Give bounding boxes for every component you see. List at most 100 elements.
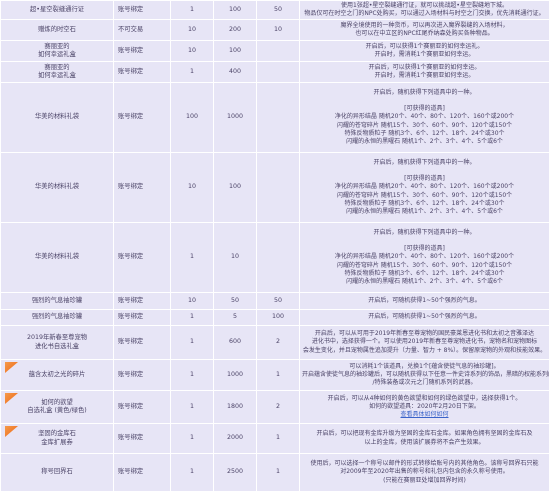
value-cell-b: 100 [213,40,257,62]
description-line: 开启后，随机获得下列道具中的一种。 [373,88,476,96]
item-name: 华美的材料礼袋 [0,82,114,153]
description-line: 如何的欲望道具：2020年2月20日下架。 [369,402,480,410]
trade-type: 账号绑定 [113,453,171,492]
value-cell-c: 2 [256,325,300,360]
shop-item-table: 超•星空裂缝通行证 账号绑定 1 100 50 使用1张超•星空裂缝通行证，就可以挑战超•… [0,0,550,492]
table-row: 称号回界石 账号绑定 1 2500 1 使用后，可以选择一个称号以邮件的形式转移给账号内的… [0,453,550,492]
value-cell-a: 10 [170,19,214,41]
description-line: 开启后，可随机获得1~50个强烈的气息。 [368,313,481,321]
trade-type: 账号绑定 [113,359,171,391]
item-name-line: 强烈的气息袖珍罐 [31,296,83,304]
item-name: 强烈的气息袖珍罐 [0,309,114,326]
item-description: 开启后，随机获得下列道具中的一种。 [可获得的道具] 净化的异形结晶 随机20个、… [299,222,550,293]
description-line: 进化书中，选择获得一个。可以使用2019年新春至尊宠物进化书，宠物名和宠物图标 [311,338,538,346]
trade-type: 不可交易 [113,19,171,41]
value-cell-c: 50 [256,0,300,20]
value-cell-a: 1 [170,309,214,326]
item-name: 赠炼的时空石 [0,19,114,41]
item-name-line: 赠炼的时空石 [38,25,76,33]
item-description: 开启后，可以获得1个赛丽亚的如何幸运礼。 开启时，需消耗1个赛丽亚如何幸运。 [299,40,550,62]
description-line: 开启后，可以获得1个赛丽亚的如何幸运礼。 [365,42,484,50]
value-cell-a: 10 [170,152,214,223]
item-name-line: 超•星空裂缝通行证 [29,5,85,13]
description-line: 闪耀的永恒的黑曜石 随机1个、2个、3个、4个、5个或6个 [346,278,503,285]
item-name-line: 赛丽亚的 [44,42,70,50]
value-cell-a: 1 [170,222,214,293]
table-row: 如何的欲望 自选礼盒 (黄色/绿色) 账号绑定 1 1800 2 开启后，可以从4种如何的黄… [0,390,550,424]
description-line: 开启后，可以从4种如何的黄色欲望和如何的绿色欲望中，选择获得1个。 [327,394,522,402]
value-cell-a: 1 [170,453,214,492]
value-cell-b: 100 [213,152,257,223]
value-cell-b: 400 [213,61,257,83]
value-cell-b: 600 [213,325,257,360]
promo-corner-icon [5,362,18,373]
value-cell-a: 1 [170,0,214,20]
value-cell-c: 100 [256,309,300,326]
description-line [302,97,547,105]
trade-type: 账号绑定 [113,423,171,454]
table-row: 2019年新春至尊宠物 进化书自选礼盒 账号绑定 1 600 2 开启后，可以从可用于201… [0,325,550,360]
description-line [302,167,547,175]
item-description: 开启后，随机获得下列道具中的一种。 [可获得的道具] 净化的异形结晶 随机20个、… [299,82,550,153]
description-line: 闪耀的苍穹碎片 随机15个、30个、60个、90个、120个或150个 [336,261,513,269]
item-name: 2019年新春至尊宠物 进化书自选礼盒 [0,325,114,360]
item-description: 开启后，可以把现有金库升级为坚固的金库石金库。如果角色拥有坚固的金库石及 以上的金… [299,423,550,454]
trade-type: 账号绑定 [113,0,171,20]
value-cell-b: 1800 [213,390,257,424]
item-name: 赛丽亚的 如何幸运礼盒 [0,40,114,62]
table-row: 赛丽亚的 如何幸运礼盒 账号绑定 1 400 开启后，可以获得1个赛丽亚的如何幸运。 开启时… [0,61,550,83]
value-cell-c: 1 [256,359,300,391]
item-description: 使用1张超•星空裂缝通行证，就可以挑战超•星空裂缝地下城。 物品仅可在时空之门的N… [299,0,550,20]
item-name-line: 华美的材料礼袋 [34,113,80,121]
item-description: 开启后，可以从4种如何的黄色欲望和如何的绿色欲望中，选择获得1个。 如何的欲望道具… [299,390,550,424]
value-cell-a: 1 [170,390,214,424]
description-line: 物品仅可在时空之门的NPC处购买，可以通过入场材料与时空之门交换，优先消耗通行证… [304,10,545,17]
table-row: 超•星空裂缝通行证 账号绑定 1 100 50 使用1张超•星空裂缝通行证，就可以挑战超•… [0,0,550,20]
item-name: 称号回界石 [0,453,114,492]
value-cell-b: 5 [213,309,257,326]
item-description: 开启后，随机获得下列道具中的一种。 [可获得的道具] 净化的异形结晶 随机20个、… [299,152,550,223]
description-line: 净化的异形结晶 随机20个、40个、80个、120个、160个或200个 [334,253,515,261]
details-link[interactable]: 查看具体如何如何 [302,411,547,419]
description-line: 特殊反物质粒子 随机3个、6个、12个、18个、24个或30个 [344,129,505,137]
value-cell-a: 10 [170,292,214,310]
value-cell-c: 1 [256,423,300,454]
description-line: 使用1张超•星空裂缝通行证，就可以挑战超•星空裂缝地下城。 [341,1,508,9]
value-cell-a: 1 [170,359,214,391]
value-cell-c [256,40,300,62]
description-line: 开启后，随机获得下列道具中的一种。 [373,158,476,166]
value-cell-c: 10 [256,19,300,41]
item-name-line: 坚固的金库石 [38,430,76,438]
description-line: 闪耀的永恒的黑曜石 随机1个、2个、3个、4个、5个或6个 [346,208,503,215]
value-cell-b: 200 [213,19,257,41]
item-description: 魔界全境使用的一种货币，可以再次进入魔界裂缝的入场材料， 也可以在中立区的NPC红… [299,19,550,41]
description-line: 净化的异形结晶 随机20个、40个、80个、120个、160个或200个 [334,113,515,121]
trade-type: 账号绑定 [113,292,171,310]
item-name-line: 强烈的气息袖珍罐 [31,313,83,321]
table-row: 华美的材料礼袋 账号绑定 100 1000 开启后，随机获得下列道具中的一种。 [可获得… [0,82,550,153]
trade-type: 账号绑定 [113,40,171,62]
item-name-line: 进化书自选礼盒 [34,342,80,350]
item-description: 开启后，可随机获得1~50个强烈的气息。 [299,292,550,310]
item-name: 如何的欲望 自选礼盒 (黄色/绿色) [0,390,114,424]
table-row: 强烈的气息袖珍罐 账号绑定 1 5 100 开启后，可随机获得1~50个强烈的气息。 [0,309,550,326]
value-cell-c [256,82,300,153]
value-cell-b: 1000 [213,82,257,153]
description-line: 开启蕴含使徒气息的袖珍罐后，可以随机获得以下任意一件史诗系列的饰品，黑暗的权能系… [302,370,550,378]
item-description: 使用后，可以选择一个称号以邮件的形式转移给账号内的其他角色。该称号回界石只能 对2… [299,453,550,492]
table-row: 强烈的气息袖珍罐 账号绑定 10 50 50 开启后，可随机获得1~50个强烈的气息。 [0,292,550,310]
description-line [302,237,547,245]
promo-corner-icon [5,426,18,437]
description-line: 魔界全境使用的一种货币，可以再次进入魔界裂缝的入场材料， [340,21,509,29]
value-cell-b: 2000 [213,423,257,454]
table-row: 华美的材料礼袋 账号绑定 10 100 开启后，随机获得下列道具中的一种。 [可获得的道… [0,152,550,223]
value-cell-b: 100 [213,0,257,20]
value-cell-b: 10 [213,222,257,293]
promo-corner-icon [5,393,18,404]
item-name-line: 如何的欲望 [41,398,73,406]
item-name-line: 如何幸运礼盒 [38,51,76,58]
description-line: 闪耀的苍穹碎片 随机15个、30个、60个、90个、120个或150个 [336,121,513,129]
item-name-line: 2019年新春至尊宠物 [26,334,88,342]
value-cell-a: 10 [170,40,214,62]
item-name-line: 蕴含太初之光的碎片 [28,370,86,378]
